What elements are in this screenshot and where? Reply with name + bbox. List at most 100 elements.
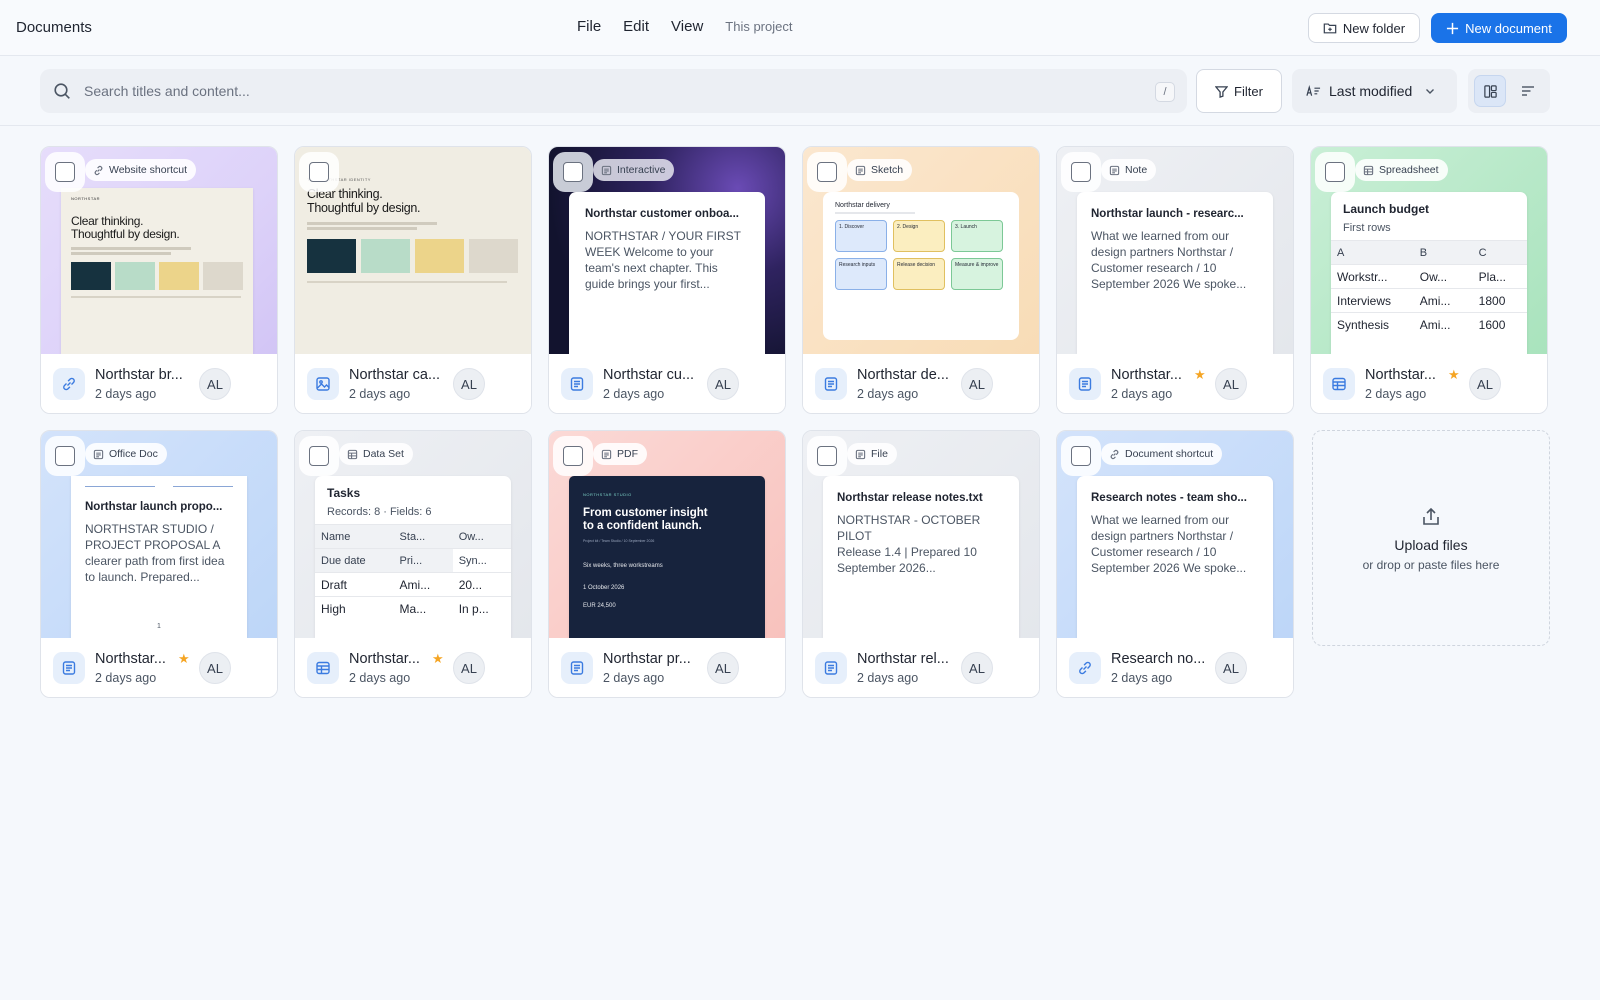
select-checkbox[interactable]	[563, 446, 583, 466]
avatar[interactable]: AL	[453, 368, 485, 400]
type-chip: Interactive	[593, 159, 675, 181]
star-icon[interactable]: ★	[432, 651, 444, 667]
card-title: Northstar br...	[95, 367, 183, 383]
avatar[interactable]: AL	[453, 652, 485, 684]
avatar[interactable]: AL	[1215, 652, 1247, 684]
type-chip-label: PDF	[617, 448, 638, 460]
sort-icon	[1306, 85, 1321, 96]
folder-plus-icon	[1323, 23, 1337, 34]
search-input[interactable]	[84, 69, 1124, 113]
card-date: 2 days ago	[1365, 387, 1427, 401]
select-checkbox[interactable]	[1325, 162, 1345, 182]
menu-edit[interactable]: Edit	[623, 18, 649, 35]
document-card[interactable]: Tasks Records: 8 · Fields: 6 Name Sta... O…	[294, 430, 532, 698]
document-card[interactable]: NORTHSTAR Clear thinking. Thoughtful by …	[40, 146, 278, 414]
card-date: 2 days ago	[857, 671, 919, 685]
star-icon[interactable]: ★	[1448, 367, 1460, 383]
avatar[interactable]: AL	[961, 652, 993, 684]
file-type-icon	[561, 652, 593, 684]
menu-file[interactable]: File	[577, 18, 601, 35]
card-date: 2 days ago	[1111, 671, 1173, 685]
card-date: 2 days ago	[95, 387, 157, 401]
preview-title: Research notes - team sho...	[1091, 492, 1247, 504]
select-checkbox[interactable]	[55, 162, 75, 182]
card-title: Northstar...	[95, 651, 166, 667]
type-chip: PDF	[593, 443, 647, 465]
card-footer: Northstar br... 2 days ago AL	[41, 354, 277, 413]
sort-dropdown[interactable]: Last modified	[1292, 69, 1457, 113]
document-card[interactable]: Northstar customer onboa... NORTHSTAR / …	[548, 146, 786, 414]
card-footer: Northstar de... 2 days ago AL	[803, 354, 1039, 413]
select-checkbox[interactable]	[817, 162, 837, 182]
document-card[interactable]: Launch budget First rows ABC Workstr... O…	[1310, 146, 1548, 414]
avatar[interactable]: AL	[1215, 368, 1247, 400]
select-checkbox[interactable]	[817, 446, 837, 466]
avatar[interactable]: AL	[1469, 368, 1501, 400]
document-card[interactable]: Northstar launch - researc... What we le…	[1056, 146, 1294, 414]
select-checkbox[interactable]	[309, 162, 329, 182]
type-chip-label: Data Set	[363, 448, 404, 460]
star-icon[interactable]: ★	[178, 651, 190, 667]
card-title: Northstar...	[1365, 367, 1436, 383]
select-checkbox[interactable]	[1071, 446, 1091, 466]
top-bar: Documents File Edit View This project Ne…	[0, 0, 1600, 56]
doc-icon	[601, 165, 612, 175]
preview-line: Six weeks, three workstreams	[583, 563, 663, 569]
new-folder-button[interactable]: New folder	[1308, 13, 1420, 43]
preview-body: NORTHSTAR STUDIO / PROJECT PROPOSAL A cl…	[85, 522, 225, 584]
document-card[interactable]: Research notes - team sho... What we lea…	[1056, 430, 1294, 698]
star-icon[interactable]: ★	[1194, 367, 1206, 383]
table-icon	[347, 449, 358, 459]
document-card[interactable]: Northstar delivery 1. Discover 2. Design…	[802, 146, 1040, 414]
select-checkbox[interactable]	[55, 446, 75, 466]
sketch-node: 2. Design	[893, 220, 945, 252]
menu-bar: File Edit View This project	[577, 18, 792, 35]
preview-subtitle: Records: 8 · Fields: 6	[327, 506, 432, 518]
sketch-node: Measure & improve	[951, 258, 1003, 290]
doc-icon	[62, 661, 76, 675]
select-checkbox[interactable]	[309, 446, 329, 466]
avatar[interactable]: AL	[199, 652, 231, 684]
office-doc-preview: Northstar launch propo... NORTHSTAR STUD…	[71, 476, 247, 638]
avatar[interactable]: AL	[961, 368, 993, 400]
document-preview: Research notes - team sho... What we lea…	[1077, 476, 1273, 638]
filter-button[interactable]: Filter	[1196, 69, 1282, 113]
file-type-icon	[307, 368, 339, 400]
view-toggle	[1468, 69, 1550, 113]
document-preview: Northstar release notes.txt NORTHSTAR - …	[823, 476, 1019, 638]
image-icon	[316, 377, 330, 391]
upload-subtitle: or drop or paste files here	[1362, 557, 1500, 572]
card-title: Northstar ca...	[349, 367, 441, 383]
preview-title: Northstar launch propo...	[85, 501, 223, 513]
filter-icon	[1215, 85, 1229, 98]
grid-view-button[interactable]	[1474, 75, 1506, 107]
type-chip: Website shortcut	[85, 159, 197, 181]
list-view-button[interactable]	[1512, 75, 1544, 107]
type-chip-label: Sketch	[871, 164, 904, 176]
document-card[interactable]: Northstar release notes.txt NORTHSTAR - …	[802, 430, 1040, 698]
new-folder-label: New folder	[1342, 20, 1406, 36]
search-shortcut-hint: /	[1155, 82, 1175, 102]
doc-icon	[824, 377, 838, 391]
link-icon	[63, 377, 75, 391]
menu-view[interactable]: View	[671, 18, 703, 35]
table-icon	[1363, 165, 1374, 175]
upload-title: Upload files	[1394, 536, 1468, 553]
document-card[interactable]: THE NORTHSTAR IDENTITY Clear thinking. T…	[294, 146, 532, 414]
file-type-icon	[1323, 368, 1355, 400]
file-type-icon	[307, 652, 339, 684]
avatar[interactable]: AL	[707, 652, 739, 684]
document-card[interactable]: Northstar launch propo... NORTHSTAR STUD…	[40, 430, 278, 698]
document-card[interactable]: NORTHSTAR STUDIO From customer insight t…	[548, 430, 786, 698]
select-checkbox[interactable]	[1071, 162, 1091, 182]
card-footer: Northstar... ★ 2 days ago AL	[1057, 354, 1293, 413]
avatar[interactable]: AL	[199, 368, 231, 400]
preview-title: Launch budget	[1343, 202, 1429, 216]
new-document-button[interactable]: New document	[1431, 13, 1567, 43]
select-checkbox[interactable]	[563, 162, 583, 182]
doc-icon	[824, 661, 838, 675]
preview-brand: NORTHSTAR	[71, 196, 101, 201]
avatar[interactable]: AL	[707, 368, 739, 400]
upload-dropzone[interactable]: Upload files or drop or paste files here	[1312, 430, 1550, 646]
type-chip-label: File	[871, 448, 888, 460]
